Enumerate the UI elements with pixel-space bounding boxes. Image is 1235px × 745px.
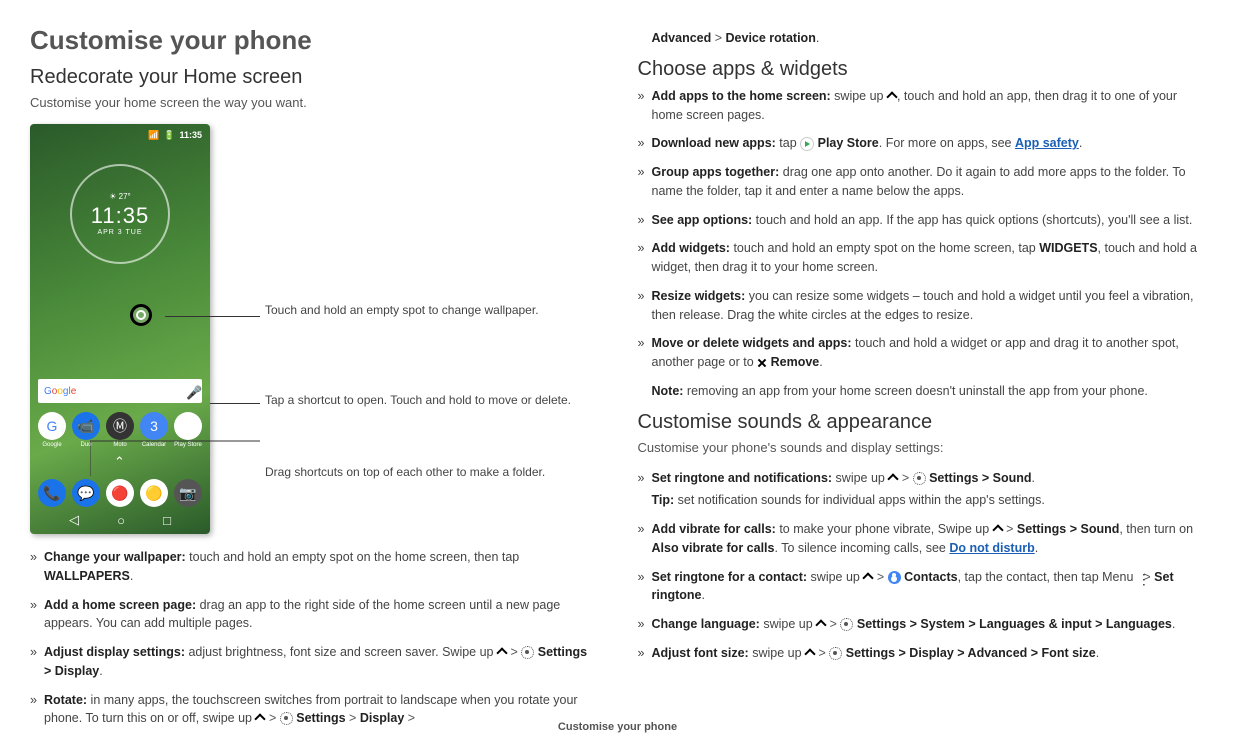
bullet-add-apps: Add apps to the home screen: swipe up , … bbox=[638, 87, 1206, 125]
sounds-list-2: Add vibrate for calls: to make your phon… bbox=[638, 520, 1206, 663]
link-app-safety[interactable]: App safety bbox=[1015, 136, 1079, 150]
app-google: GGoogle bbox=[38, 412, 66, 440]
bullet-ringtone: Set ringtone and notifications: swipe up… bbox=[638, 469, 1206, 488]
section-choose-apps: Choose apps & widgets bbox=[638, 58, 1206, 81]
sounds-intro: Customise your phone's sounds and displa… bbox=[638, 440, 1206, 455]
bullet-display-settings: Adjust display settings: adjust brightne… bbox=[30, 643, 598, 681]
bullet-app-options: See app options: touch and hold an app. … bbox=[638, 211, 1206, 230]
app-messages: 💬 bbox=[72, 479, 100, 507]
callouts: Touch and hold an empty spot to change w… bbox=[220, 124, 598, 534]
mic-icon: 🎤 bbox=[186, 385, 196, 397]
chevron-up-icon bbox=[816, 618, 826, 628]
section-redecorate: Redecorate your Home screen bbox=[30, 66, 598, 89]
app-row-2: 📞 💬 🔴 🟡 📷 bbox=[38, 479, 202, 507]
sounds-list: Set ringtone and notifications: swipe up… bbox=[638, 469, 1206, 488]
clock-time: 11:35 bbox=[91, 203, 149, 229]
page-footer: Customise your phone bbox=[0, 721, 1235, 733]
page-title: Customise your phone bbox=[30, 25, 598, 56]
contacts-icon bbox=[888, 571, 901, 584]
x-icon bbox=[757, 358, 767, 368]
bullet-download-apps: Download new apps: tap Play Store. For m… bbox=[638, 134, 1206, 153]
bullet-language: Change language: swipe up > Settings > S… bbox=[638, 615, 1206, 634]
menu-dots-icon bbox=[1137, 571, 1140, 583]
bullet-add-page: Add a home screen page: drag an app to t… bbox=[30, 596, 598, 634]
apps-list: Add apps to the home screen: swipe up , … bbox=[638, 87, 1206, 372]
clock-widget: ☀ 27° 11:35 APR 3 TUE bbox=[70, 164, 170, 264]
status-time: 11:35 bbox=[179, 130, 202, 140]
bullet-add-widgets: Add widgets: touch and hold an empty spo… bbox=[638, 239, 1206, 277]
clock-date: APR 3 TUE bbox=[97, 229, 142, 236]
app-photos: 🟡 bbox=[140, 479, 168, 507]
chevron-up-icon bbox=[887, 90, 897, 100]
note-remove: Note: removing an app from your home scr… bbox=[638, 382, 1206, 401]
nav-back-icon: ◁ bbox=[69, 512, 79, 528]
nav-bar: ◁ ○ □ bbox=[30, 512, 210, 528]
bullet-vibrate: Add vibrate for calls: to make your phon… bbox=[638, 520, 1206, 558]
app-phone: 📞 bbox=[38, 479, 66, 507]
clock-temp: ☀ 27° bbox=[109, 192, 131, 201]
chevron-up-icon bbox=[888, 472, 898, 482]
search-bar: Google 🎤 bbox=[38, 379, 202, 403]
gear-icon bbox=[521, 646, 534, 659]
nav-recent-icon: □ bbox=[163, 513, 171, 528]
gear-icon bbox=[829, 647, 842, 660]
gear-icon bbox=[913, 472, 926, 485]
callout-line-2 bbox=[210, 403, 260, 404]
link-dnd[interactable]: Do not disturb bbox=[949, 541, 1034, 555]
status-bar: 📶 🔋 11:35 bbox=[146, 130, 202, 141]
bullet-resize-widgets: Resize widgets: you can resize some widg… bbox=[638, 287, 1206, 325]
signal-icon: 📶 bbox=[148, 130, 159, 140]
chevron-up-icon bbox=[993, 523, 1003, 533]
gear-icon bbox=[840, 618, 853, 631]
bullet-move-delete: Move or delete widgets and apps: touch a… bbox=[638, 334, 1206, 372]
callout-1: Touch and hold an empty spot to change w… bbox=[265, 302, 539, 319]
app-chrome: 🔴 bbox=[106, 479, 134, 507]
left-column: Customise your phone Redecorate your Hom… bbox=[30, 25, 598, 738]
bullet-wallpaper: Change your wallpaper: touch and hold an… bbox=[30, 548, 598, 586]
app-camera: 📷 bbox=[174, 479, 202, 507]
rotate-continuation: Advanced > Device rotation. bbox=[638, 29, 1206, 48]
chevron-up-icon bbox=[805, 647, 815, 657]
chevron-up-icon bbox=[863, 571, 873, 581]
battery-icon: 🔋 bbox=[164, 130, 175, 140]
right-column: Advanced > Device rotation. Choose apps … bbox=[638, 25, 1206, 738]
left-bullet-list: Change your wallpaper: touch and hold an… bbox=[30, 548, 598, 728]
intro-text: Customise your home screen the way you w… bbox=[30, 95, 598, 110]
play-store-icon bbox=[800, 137, 814, 151]
touch-ring-indicator bbox=[130, 304, 152, 326]
callout-line-1 bbox=[165, 316, 260, 317]
bullet-group-apps: Group apps together: drag one app onto a… bbox=[638, 163, 1206, 201]
chevron-up-icon bbox=[497, 646, 507, 656]
bullet-contact-ringtone: Set ringtone for a contact: swipe up > C… bbox=[638, 568, 1206, 606]
section-sounds: Customise sounds & appearance bbox=[638, 411, 1206, 434]
callout-2: Tap a shortcut to open. Touch and hold t… bbox=[265, 392, 571, 409]
bullet-font-size: Adjust font size: swipe up > Settings > … bbox=[638, 644, 1206, 663]
nav-home-icon: ○ bbox=[117, 513, 125, 528]
tip-ringtone: Tip: set notification sounds for individ… bbox=[638, 491, 1206, 510]
callout-3: Drag shortcuts on top of each other to m… bbox=[265, 464, 545, 481]
google-logo: Google bbox=[44, 386, 76, 397]
